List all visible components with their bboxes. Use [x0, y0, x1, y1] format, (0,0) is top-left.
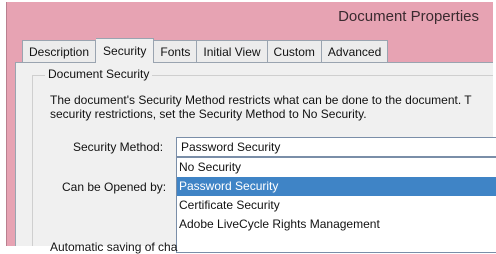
- option-no-security[interactable]: No Security: [177, 158, 496, 177]
- option-password-security[interactable]: Password Security: [177, 177, 496, 196]
- option-livecycle-rights-management[interactable]: Adobe LiveCycle Rights Management: [177, 215, 496, 234]
- tab-description[interactable]: Description: [22, 40, 97, 62]
- option-certificate-security[interactable]: Certificate Security: [177, 196, 496, 215]
- window-title: Document Properties: [338, 8, 479, 25]
- tab-custom[interactable]: Custom: [267, 40, 322, 62]
- autosave-text: Automatic saving of cha: [50, 240, 178, 254]
- tab-fonts[interactable]: Fonts: [154, 40, 198, 62]
- tab-advanced[interactable]: Advanced: [321, 40, 389, 62]
- security-method-dropdown: No Security Password Security Certificat…: [176, 157, 496, 253]
- tab-initial-view[interactable]: Initial View: [197, 40, 268, 62]
- description-line-2: security restrictions, set the Security …: [50, 107, 367, 121]
- security-description: The document's Security Method restricts…: [50, 93, 496, 121]
- group-title: Document Security: [45, 67, 153, 81]
- can-be-opened-label: Can be Opened by:: [62, 180, 167, 194]
- tab-security[interactable]: Security: [96, 38, 155, 63]
- security-method-select[interactable]: Password Security: [176, 137, 496, 157]
- tab-strip: Description Security Fonts Initial View …: [22, 38, 389, 63]
- description-line-1: The document's Security Method restricts…: [50, 93, 472, 107]
- security-method-label: Security Method:: [73, 140, 164, 154]
